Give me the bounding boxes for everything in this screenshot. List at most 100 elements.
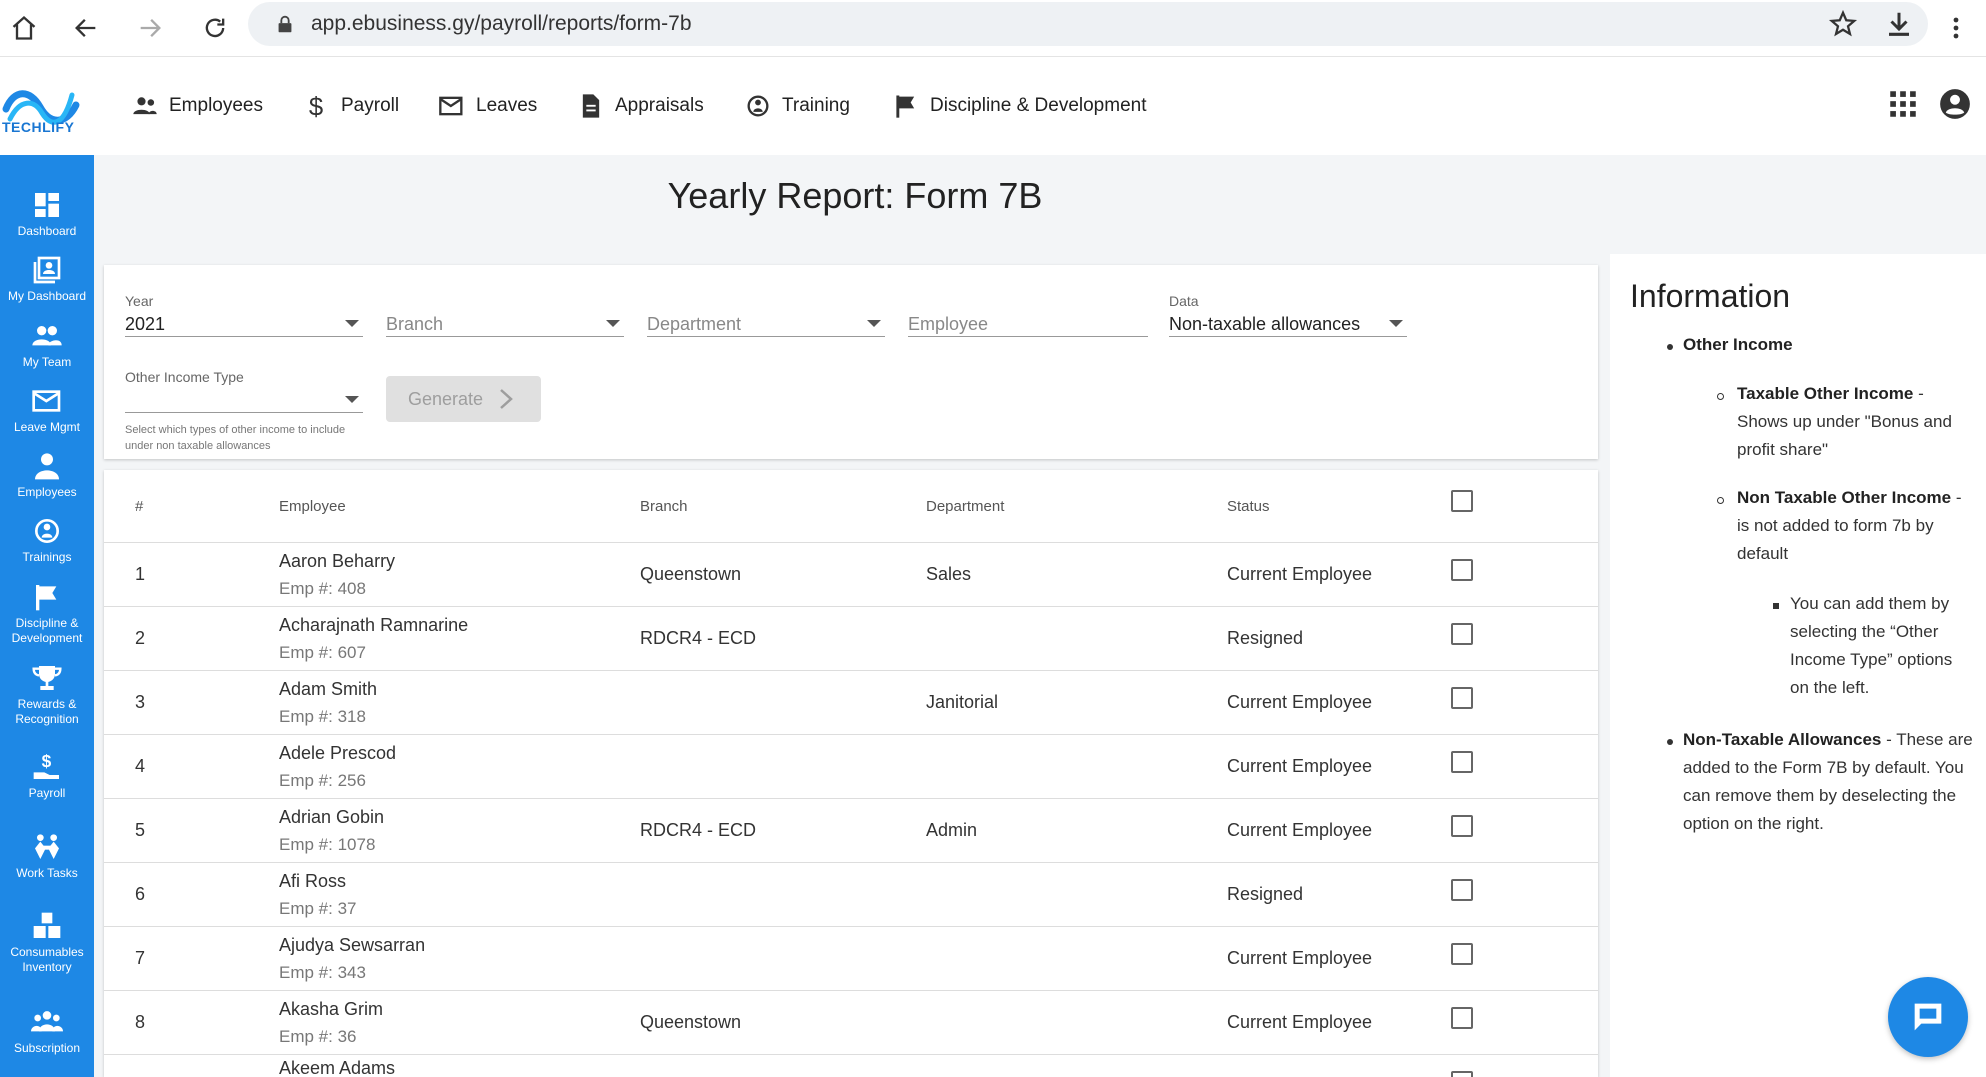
browser-menu-icon[interactable] bbox=[1946, 6, 1966, 50]
sidebar-item-my-team[interactable]: My Team bbox=[0, 320, 94, 370]
table-row[interactable]: 7 Ajudya Sewsarran Emp #: 343 Current Em… bbox=[104, 927, 1598, 991]
bullet bbox=[1667, 344, 1673, 350]
branch-select[interactable]: Branch bbox=[386, 273, 624, 337]
status-cell: Current Employee bbox=[1227, 756, 1373, 776]
table-row[interactable]: 5 Adrian Gobin Emp #: 1078 RDCR4 - ECD A… bbox=[104, 799, 1598, 863]
sidebar-item-inventory[interactable]: Consumables Inventory bbox=[0, 910, 94, 975]
branch-placeholder: Branch bbox=[386, 314, 444, 334]
status-cell: Resigned bbox=[1227, 628, 1304, 648]
sidebar-item-employees[interactable]: Employees bbox=[0, 450, 94, 500]
chevron-down-icon bbox=[606, 320, 620, 327]
topnav-label: Training bbox=[782, 95, 850, 116]
row-checkbox[interactable] bbox=[1451, 751, 1473, 773]
chat-icon bbox=[1914, 1003, 1942, 1031]
row-checkbox[interactable] bbox=[1451, 1007, 1473, 1029]
sidebar-item-dashboard[interactable]: Dashboard bbox=[0, 189, 94, 239]
employee-number: Emp #: 256 bbox=[279, 771, 366, 790]
topnav-label: Leaves bbox=[476, 95, 538, 116]
sidebar-item-label: My Team bbox=[22, 355, 72, 369]
topnav-label: Payroll bbox=[341, 95, 400, 116]
column-header-branch[interactable]: Branch bbox=[640, 498, 688, 515]
column-header-department[interactable]: Department bbox=[926, 498, 1004, 515]
employee-number: Emp #: 318 bbox=[279, 707, 366, 726]
other-income-select[interactable]: Other Income Type bbox=[125, 349, 363, 413]
department-placeholder: Department bbox=[647, 314, 742, 334]
status-cell: Current Employee bbox=[1227, 1012, 1373, 1032]
back-arrow-icon[interactable] bbox=[64, 6, 108, 50]
employee-number: Emp #: 37 bbox=[279, 899, 357, 918]
sidebar-item-work-tasks[interactable]: Work Tasks bbox=[0, 831, 94, 881]
sidebar-item-discipline[interactable]: Discipline & Development bbox=[0, 581, 94, 646]
status-cell: Current Employee bbox=[1227, 948, 1373, 968]
taxable-bold: Taxable Other Income bbox=[1737, 384, 1914, 403]
year-select[interactable]: Year 2021 bbox=[125, 273, 363, 337]
generate-button[interactable]: Generate bbox=[386, 376, 541, 422]
employee-name: Adrian Gobin bbox=[279, 807, 385, 827]
sidebar-item-leave-mgmt[interactable]: Leave Mgmt bbox=[0, 385, 94, 435]
sidebar-item-payroll[interactable]: $ Payroll bbox=[0, 751, 94, 801]
bullet bbox=[1773, 603, 1779, 609]
row-checkbox[interactable] bbox=[1451, 623, 1473, 645]
non-taxable-allowances-text: Non-Taxable Allowances - These are added… bbox=[1683, 726, 1973, 838]
topnav-training[interactable]: Training bbox=[744, 91, 850, 121]
sidebar-item-my-dashboard[interactable]: My Dashboard bbox=[0, 254, 94, 304]
topnav-employees[interactable]: Employees bbox=[131, 91, 263, 121]
employee-name: Afi Ross bbox=[279, 871, 347, 891]
subscription-icon bbox=[31, 1011, 63, 1032]
select-all-checkbox[interactable] bbox=[1451, 490, 1473, 512]
table-row[interactable]: 2 Acharajnath Ramnarine Emp #: 607 RDCR4… bbox=[104, 607, 1598, 671]
bullet bbox=[1717, 393, 1724, 400]
data-select[interactable]: Data Non-taxable allowances bbox=[1169, 273, 1407, 337]
download-icon[interactable] bbox=[1884, 9, 1914, 39]
department-select[interactable]: Department bbox=[647, 273, 885, 337]
status-cell: Resigned bbox=[1227, 884, 1304, 904]
column-header-employee[interactable]: Employee bbox=[279, 498, 346, 515]
chevron-down-icon bbox=[345, 320, 359, 327]
apps-grid-icon[interactable] bbox=[1886, 87, 1920, 121]
employee-input[interactable]: Employee bbox=[908, 273, 1148, 337]
chevron-down-icon bbox=[867, 320, 881, 327]
row-checkbox[interactable] bbox=[1451, 879, 1473, 901]
table-row[interactable]: 4 Adele Prescod Emp #: 256 Current Emplo… bbox=[104, 735, 1598, 799]
chat-widget-button[interactable] bbox=[1888, 977, 1968, 1057]
table-row[interactable]: Akeem Adams bbox=[104, 1055, 1598, 1077]
row-checkbox[interactable] bbox=[1451, 559, 1473, 581]
other-income-helper: Select which types of other income to in… bbox=[125, 424, 346, 452]
address-bar[interactable]: app.ebusiness.gy/payroll/reports/form-7b bbox=[248, 2, 1928, 46]
topnav-payroll[interactable]: $ Payroll bbox=[303, 91, 399, 121]
topnav-label: Appraisals bbox=[615, 95, 704, 116]
employee-placeholder: Employee bbox=[908, 314, 989, 334]
row-checkbox[interactable] bbox=[1451, 1071, 1473, 1077]
sidebar-item-label: My Dashboard bbox=[7, 289, 87, 303]
home-icon[interactable] bbox=[2, 6, 46, 50]
table-row[interactable]: 1 Aaron Beharry Emp #: 408 Queenstown Sa… bbox=[104, 543, 1598, 607]
row-number: 5 bbox=[135, 820, 146, 840]
reload-icon[interactable] bbox=[193, 6, 237, 50]
row-checkbox[interactable] bbox=[1451, 687, 1473, 709]
training-icon bbox=[35, 519, 59, 543]
topnav-discipline[interactable]: Discipline & Development bbox=[892, 91, 1147, 121]
table-row[interactable]: 6 Afi Ross Emp #: 37 Resigned bbox=[104, 863, 1598, 927]
row-checkbox[interactable] bbox=[1451, 815, 1473, 837]
topnav-leaves[interactable]: Leaves bbox=[438, 91, 537, 121]
table-row[interactable]: 8 Akasha Grim Emp #: 36 Queenstown Curre… bbox=[104, 991, 1598, 1055]
employee-name: Akasha Grim bbox=[279, 999, 384, 1019]
forward-arrow-icon[interactable] bbox=[128, 6, 172, 50]
sidebar-item-label: Work Tasks bbox=[16, 866, 78, 880]
sidebar-item-trainings[interactable]: Trainings bbox=[0, 515, 94, 565]
information-panel: Information Other Income Taxable Other I… bbox=[1610, 254, 1986, 1077]
url-text[interactable]: app.ebusiness.gy/payroll/reports/form-7b bbox=[311, 12, 692, 36]
bookmark-star-icon[interactable] bbox=[1828, 9, 1858, 39]
account-icon[interactable] bbox=[1938, 87, 1972, 121]
team-icon bbox=[32, 326, 62, 346]
sidebar-item-label: Rewards & Recognition bbox=[15, 697, 79, 726]
column-header-status[interactable]: Status bbox=[1227, 498, 1270, 515]
row-checkbox[interactable] bbox=[1451, 943, 1473, 965]
sidebar-item-subscription[interactable]: Subscription bbox=[0, 1006, 94, 1056]
topnav-label: Discipline & Development bbox=[930, 95, 1147, 116]
branch-cell: RDCR4 - ECD bbox=[640, 820, 757, 840]
mail-icon bbox=[32, 390, 61, 412]
table-row[interactable]: 3 Adam Smith Emp #: 318 Janitorial Curre… bbox=[104, 671, 1598, 735]
topnav-appraisals[interactable]: Appraisals bbox=[577, 91, 704, 121]
sidebar-item-rewards[interactable]: Rewards & Recognition bbox=[0, 662, 94, 727]
